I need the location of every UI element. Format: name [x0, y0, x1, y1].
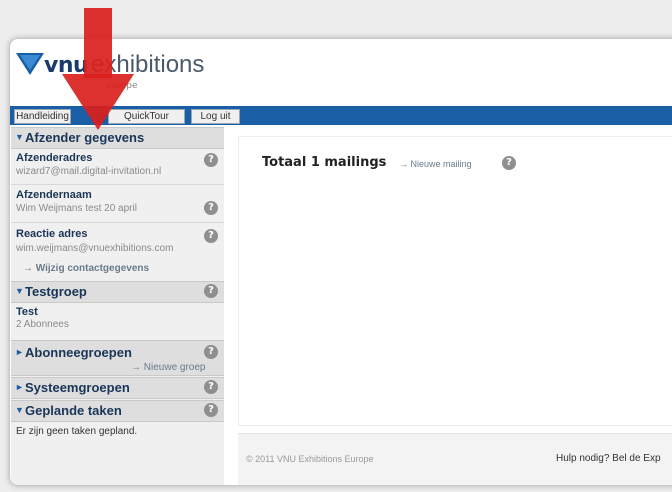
main-content: Totaal 1 mailings → Nieuwe mailing ? © 2… — [230, 128, 672, 485]
help-icon[interactable]: ? — [204, 201, 218, 215]
reactie-adres-label: Reactie adres — [16, 228, 88, 240]
section-afzender-gegevens[interactable]: ▼ Afzender gegevens — [11, 127, 224, 149]
section-title: Systeemgroepen — [25, 380, 130, 395]
help-icon[interactable]: ? — [204, 380, 218, 394]
collapse-triangle-icon: ▼ — [15, 405, 24, 415]
vnu-logo-icon — [16, 53, 44, 75]
afzendernaam-value: Wim Weijmans test 20 april — [16, 203, 137, 214]
divider — [11, 222, 224, 223]
expand-triangle-icon: ► — [15, 382, 24, 392]
section-title: Afzender gegevens — [25, 130, 145, 145]
wijzig-contactgegevens-link[interactable]: → Wijzig contactgegevens — [23, 263, 149, 274]
copyright-text: © 2011 VNU Exhibitions Europe — [246, 454, 374, 464]
section-abonneegroepen[interactable]: ► Abonneegroepen ? → Nieuwe groep — [11, 340, 224, 376]
help-icon[interactable]: ? — [502, 156, 516, 170]
help-icon[interactable]: ? — [204, 153, 218, 167]
sidebar: ▼ Afzender gegevens Afzenderadres ? wiza… — [11, 127, 224, 485]
section-title: Abonneegroepen — [25, 345, 132, 360]
collapse-triangle-icon: ▼ — [15, 286, 24, 296]
geplande-taken-text: Er zijn geen taken gepland. — [16, 426, 138, 437]
help-icon[interactable]: ? — [204, 403, 218, 417]
reactie-adres-value: wim.weijmans@vnuexhibitions.com — [16, 243, 174, 254]
collapse-triangle-icon: ▼ — [15, 132, 24, 142]
help-contact-text: Hulp nodig? Bel de Exp — [556, 453, 661, 464]
testgroep-item-value: 2 Abonnees — [16, 319, 69, 330]
afzendernaam-label: Afzendernaam — [16, 189, 92, 201]
section-geplande-taken[interactable]: ▼ Geplande taken ? — [11, 400, 224, 422]
help-icon[interactable]: ? — [204, 345, 218, 359]
section-title: Testgroep — [25, 284, 87, 299]
nieuwe-mailing-link[interactable]: → Nieuwe mailing — [399, 159, 472, 169]
testgroep-item-label[interactable]: Test — [16, 306, 38, 318]
nieuwe-groep-link[interactable]: → Nieuwe groep — [131, 362, 205, 373]
section-systeemgroepen[interactable]: ► Systeemgroepen ? — [11, 377, 224, 399]
mailings-panel: Totaal 1 mailings → Nieuwe mailing ? — [238, 136, 672, 426]
red-arrow-icon — [62, 8, 134, 130]
help-icon[interactable]: ? — [204, 229, 218, 243]
section-testgroep[interactable]: ▼ Testgroep ? — [11, 281, 224, 303]
footer: © 2011 VNU Exhibitions Europe Hulp nodig… — [238, 433, 672, 485]
help-icon[interactable]: ? — [204, 284, 218, 298]
afzenderadres-label: Afzenderadres — [16, 152, 93, 164]
section-title: Geplande taken — [25, 403, 122, 418]
expand-triangle-icon: ► — [15, 347, 24, 357]
afzenderadres-value: wizard7@mail.digital-invitation.nl — [16, 166, 162, 177]
divider — [11, 184, 224, 185]
logout-button[interactable]: Log uit — [191, 109, 240, 124]
page-title: Totaal 1 mailings — [262, 155, 387, 170]
